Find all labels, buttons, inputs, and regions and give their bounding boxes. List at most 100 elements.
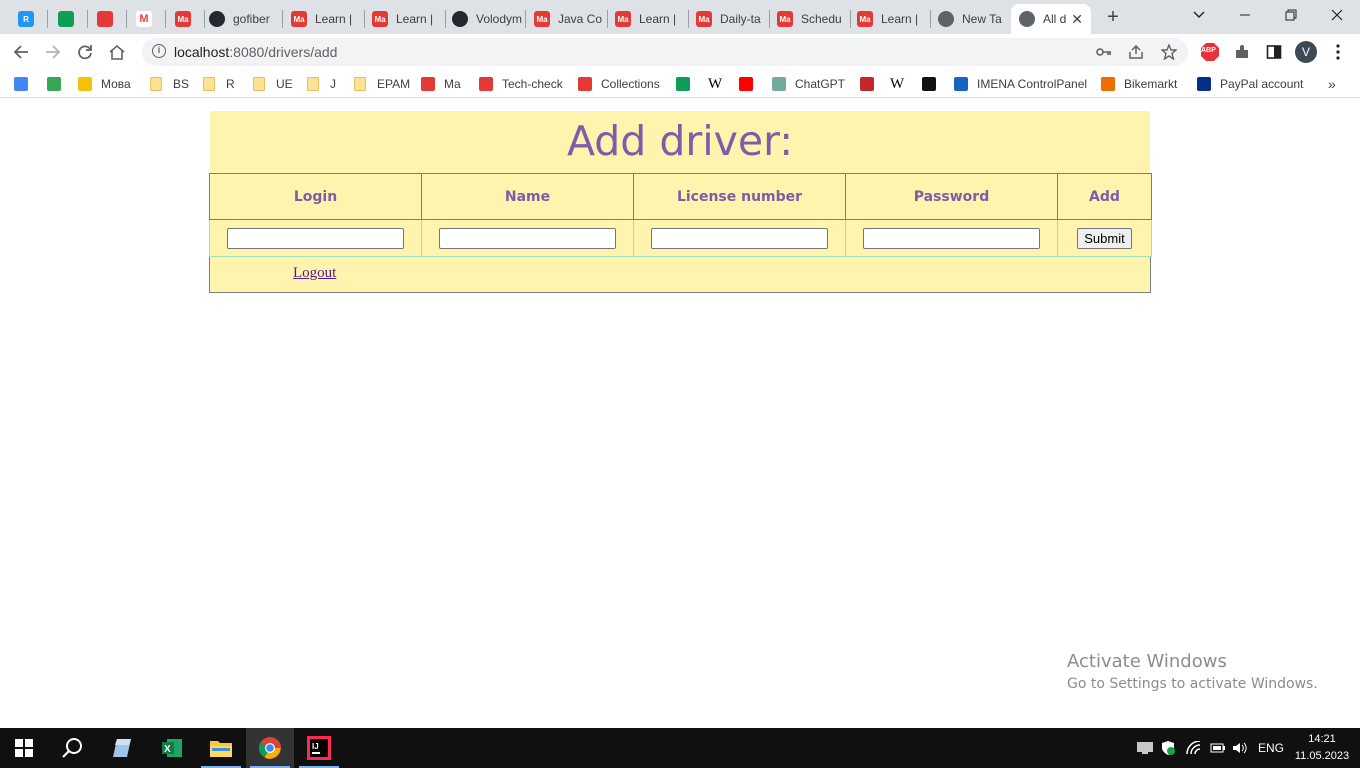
browser-tab[interactable]: gofiber <box>201 4 279 34</box>
restore-button[interactable] <box>1268 0 1314 30</box>
bookmark-item[interactable]: UE <box>253 76 293 92</box>
profile-avatar[interactable]: V <box>1295 41 1317 63</box>
browser-tab[interactable]: Ma Learn | <box>283 4 361 34</box>
tab-favicon-icon: Ma <box>372 11 388 27</box>
bookmark-item[interactable]: PayPal account <box>1197 76 1303 92</box>
new-tab-button[interactable]: + <box>1102 6 1124 28</box>
bookmark-item[interactable]: Мова <box>78 76 131 92</box>
password-key-icon[interactable] <box>1094 42 1114 62</box>
taskbar-app-chrome[interactable] <box>246 728 294 768</box>
side-panel-icon[interactable] <box>1264 42 1284 62</box>
bookmark-item[interactable] <box>739 76 762 92</box>
bookmark-item[interactable] <box>47 76 70 92</box>
bookmark-favicon-icon <box>1197 77 1211 91</box>
bookmarks-overflow-icon[interactable]: » <box>1328 76 1336 92</box>
tab-separator <box>87 10 88 28</box>
bookmark-item[interactable]: Collections <box>578 76 660 92</box>
password-cell <box>845 219 1058 257</box>
tray-display-icon[interactable] <box>1136 728 1154 768</box>
start-button[interactable] <box>0 728 48 768</box>
bookmarks-bar: Мова BS R UE J EPAM Ma Tech-check Collections W Ch… <box>0 70 1360 98</box>
taskbar-app-intellij[interactable]: IJ <box>295 728 343 768</box>
bookmark-item[interactable] <box>922 76 945 92</box>
taskbar-app-file-explorer[interactable] <box>197 728 245 768</box>
bookmark-label: PayPal account <box>1220 77 1304 91</box>
home-button[interactable] <box>104 39 130 65</box>
bookmark-item[interactable]: IMENA ControlPanel <box>954 76 1087 92</box>
browser-tab[interactable]: Ma Java Co <box>526 4 604 34</box>
adblock-icon[interactable]: ABP <box>1200 42 1220 62</box>
back-button[interactable] <box>8 39 34 65</box>
browser-tab[interactable]: M <box>128 4 162 34</box>
name-input[interactable] <box>439 227 616 249</box>
login-input[interactable] <box>227 227 404 249</box>
tab-label: Daily-ta <box>720 12 761 26</box>
svg-text:X: X <box>164 744 171 755</box>
folder-icon <box>210 741 232 757</box>
tray-battery-icon[interactable] <box>1210 728 1226 768</box>
bookmark-item[interactable] <box>860 76 883 92</box>
forward-arrow-icon <box>46 45 61 59</box>
site-info-icon[interactable]: i <box>152 44 166 58</box>
share-icon[interactable] <box>1126 42 1146 62</box>
submit-button[interactable]: Submit <box>1077 227 1132 249</box>
tray-security-icon[interactable] <box>1160 728 1176 768</box>
bookmark-item[interactable]: R <box>203 76 235 92</box>
folder-icon <box>307 77 319 91</box>
browser-tab[interactable]: Ma Learn | <box>607 4 685 34</box>
watermark-subtitle: Go to Settings to activate Windows. <box>1067 676 1318 692</box>
password-input[interactable] <box>863 227 1040 249</box>
bookmark-item[interactable]: Bikemarkt <box>1101 76 1177 92</box>
browser-tab[interactable]: Ma Learn | <box>364 4 442 34</box>
bookmark-favicon-icon <box>954 77 968 91</box>
browser-tab[interactable] <box>50 4 84 34</box>
bookmark-item[interactable]: W <box>708 76 726 92</box>
bookmark-item[interactable]: EPAM <box>354 76 410 92</box>
search-button[interactable] <box>48 728 96 768</box>
extensions-icon[interactable] <box>1232 42 1252 62</box>
bookmark-item[interactable]: Ma <box>421 76 461 92</box>
chrome-menu-icon[interactable] <box>1328 42 1348 62</box>
tray-clock[interactable]: 14:21 11.05.2023 <box>1290 731 1354 765</box>
tray-language[interactable]: ENG <box>1258 728 1284 768</box>
tab-label: Learn | <box>639 12 677 26</box>
tab-search-button[interactable] <box>1176 0 1222 30</box>
address-bar[interactable]: i localhost:8080/drivers/add <box>142 38 1188 66</box>
taskbar-app-excel[interactable]: X <box>148 728 196 768</box>
license-number-cell <box>633 219 846 257</box>
browser-tab[interactable]: Ma Daily-ta <box>688 4 766 34</box>
logout-link[interactable]: Logout <box>293 265 336 282</box>
bookmark-favicon-icon <box>479 77 493 91</box>
bookmark-label: Мова <box>101 77 131 91</box>
browser-tab[interactable] <box>89 4 123 34</box>
browser-tab[interactable]: Volodym <box>444 4 522 34</box>
windows-logo-icon <box>15 739 33 757</box>
license-number-input[interactable] <box>651 227 828 249</box>
bookmark-item[interactable]: BS <box>150 76 189 92</box>
browser-tab[interactable]: New Ta <box>930 4 1008 34</box>
browser-tab[interactable]: Ma <box>167 4 201 34</box>
close-window-button[interactable] <box>1314 0 1360 30</box>
bookmark-item[interactable] <box>14 76 37 92</box>
intellij-icon: IJ <box>307 736 331 760</box>
taskbar-app-notes[interactable] <box>98 728 146 768</box>
tab-label: Java Co <box>558 12 603 26</box>
minimize-button[interactable] <box>1222 0 1268 30</box>
browser-tab[interactable]: All d ✕ <box>1011 4 1091 34</box>
tray-volume-icon[interactable] <box>1232 728 1248 768</box>
bookmark-item[interactable]: J <box>307 76 336 92</box>
forward-button[interactable] <box>40 39 66 65</box>
browser-tab[interactable]: Ma Schedu <box>769 4 847 34</box>
browser-tab[interactable]: R <box>10 4 44 34</box>
browser-tab[interactable]: Ma Learn | <box>849 4 927 34</box>
bookmark-star-icon[interactable] <box>1159 42 1179 62</box>
bookmark-item[interactable]: ChatGPT <box>772 76 845 92</box>
bookmark-item[interactable]: W <box>890 76 908 92</box>
reload-button[interactable] <box>72 39 98 65</box>
bookmark-label: Tech-check <box>502 77 563 91</box>
bookmark-item[interactable]: Tech-check <box>479 76 563 92</box>
tab-favicon-icon: Ma <box>291 11 307 27</box>
tab-close-icon[interactable]: ✕ <box>1071 11 1083 28</box>
bookmark-item[interactable] <box>676 76 699 92</box>
tray-wifi-icon[interactable] <box>1186 728 1202 768</box>
